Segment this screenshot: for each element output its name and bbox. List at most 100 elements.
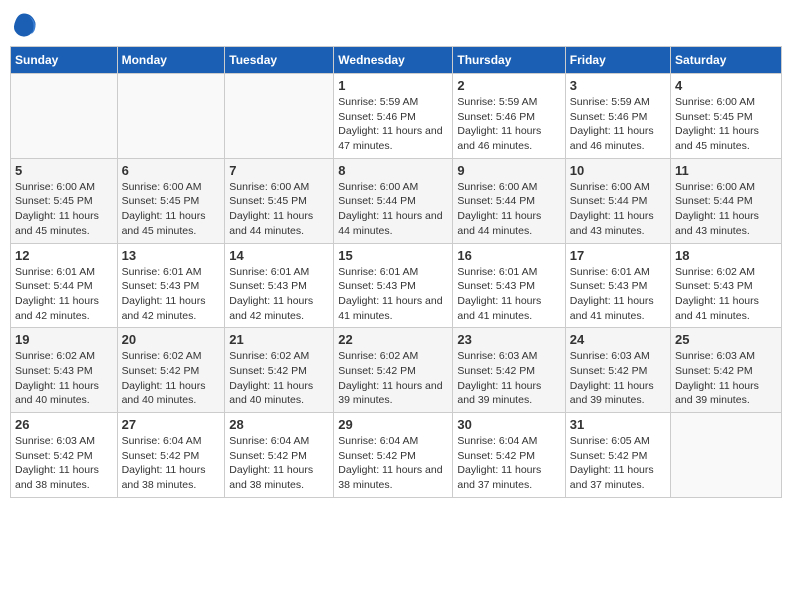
calendar-cell bbox=[671, 413, 782, 498]
day-number: 11 bbox=[675, 163, 777, 178]
calendar-week-row: 12Sunrise: 6:01 AM Sunset: 5:44 PM Dayli… bbox=[11, 243, 782, 328]
day-info: Sunrise: 6:01 AM Sunset: 5:43 PM Dayligh… bbox=[229, 265, 329, 324]
calendar-cell: 30 Sunrise: 6:04 AM Sunset: 5:42 PM Dayli… bbox=[453, 413, 565, 498]
day-number: 6 bbox=[122, 163, 221, 178]
day-number: 30 bbox=[457, 417, 560, 432]
day-info: Sunrise: 6:01 AM Sunset: 5:43 PM Dayligh… bbox=[122, 265, 221, 324]
day-number: 18 bbox=[675, 248, 777, 263]
header-tuesday: Tuesday bbox=[225, 47, 334, 74]
day-info: Sunrise: 6:03 AM Sunset: 5:42 PM Dayligh… bbox=[457, 349, 560, 408]
calendar-cell: 22 Sunrise: 6:02 AM Sunset: 5:42 PM Dayli… bbox=[334, 328, 453, 413]
day-number: 3 bbox=[570, 78, 666, 93]
day-number: 12 bbox=[15, 248, 113, 263]
day-number: 2 bbox=[457, 78, 560, 93]
logo bbox=[10, 10, 40, 38]
calendar-week-row: 1Sunrise: 5:59 AM Sunset: 5:46 PM Daylig… bbox=[11, 74, 782, 159]
day-number: 27 bbox=[122, 417, 221, 432]
calendar-cell: 6 Sunrise: 6:00 AM Sunset: 5:45 PM Daylig… bbox=[117, 158, 225, 243]
calendar-header-row: SundayMondayTuesdayWednesdayThursdayFrid… bbox=[11, 47, 782, 74]
day-number: 10 bbox=[570, 163, 666, 178]
day-number: 29 bbox=[338, 417, 448, 432]
day-number: 22 bbox=[338, 332, 448, 347]
calendar-week-row: 5Sunrise: 6:00 AM Sunset: 5:45 PM Daylig… bbox=[11, 158, 782, 243]
day-number: 14 bbox=[229, 248, 329, 263]
calendar-cell: 10Sunrise: 6:00 AM Sunset: 5:44 PM Dayli… bbox=[565, 158, 670, 243]
logo-icon bbox=[10, 10, 38, 38]
day-number: 9 bbox=[457, 163, 560, 178]
day-info: Sunrise: 6:00 AM Sunset: 5:44 PM Dayligh… bbox=[675, 180, 777, 239]
day-info: Sunrise: 6:04 AM Sunset: 5:42 PM Dayligh… bbox=[122, 434, 221, 493]
day-number: 21 bbox=[229, 332, 329, 347]
header-sunday: Sunday bbox=[11, 47, 118, 74]
day-number: 17 bbox=[570, 248, 666, 263]
calendar-cell bbox=[225, 74, 334, 159]
calendar-cell: 19 Sunrise: 6:02 AM Sunset: 5:43 PM Dayli… bbox=[11, 328, 118, 413]
header-thursday: Thursday bbox=[453, 47, 565, 74]
page-header bbox=[10, 10, 782, 38]
day-number: 4 bbox=[675, 78, 777, 93]
day-info: Sunrise: 6:03 AM Sunset: 5:42 PM Dayligh… bbox=[15, 434, 113, 493]
calendar-cell: 28 Sunrise: 6:04 AM Sunset: 5:42 PM Dayli… bbox=[225, 413, 334, 498]
day-number: 23 bbox=[457, 332, 560, 347]
day-number: 20 bbox=[122, 332, 221, 347]
day-info: Sunrise: 6:00 AM Sunset: 5:45 PM Dayligh… bbox=[675, 95, 777, 154]
day-info: Sunrise: 6:00 AM Sunset: 5:44 PM Dayligh… bbox=[457, 180, 560, 239]
day-info: Sunrise: 6:05 AM Sunset: 5:42 PM Dayligh… bbox=[570, 434, 666, 493]
calendar-cell: 13 Sunrise: 6:01 AM Sunset: 5:43 PM Dayli… bbox=[117, 243, 225, 328]
day-info: Sunrise: 6:02 AM Sunset: 5:42 PM Dayligh… bbox=[122, 349, 221, 408]
day-info: Sunrise: 6:04 AM Sunset: 5:42 PM Dayligh… bbox=[457, 434, 560, 493]
day-info: Sunrise: 6:00 AM Sunset: 5:45 PM Dayligh… bbox=[122, 180, 221, 239]
calendar-cell: 5Sunrise: 6:00 AM Sunset: 5:45 PM Daylig… bbox=[11, 158, 118, 243]
day-info: Sunrise: 5:59 AM Sunset: 5:46 PM Dayligh… bbox=[338, 95, 448, 154]
day-info: Sunrise: 6:04 AM Sunset: 5:42 PM Dayligh… bbox=[229, 434, 329, 493]
day-number: 7 bbox=[229, 163, 329, 178]
calendar-cell: 4 Sunrise: 6:00 AM Sunset: 5:45 PM Daylig… bbox=[671, 74, 782, 159]
day-number: 15 bbox=[338, 248, 448, 263]
day-number: 28 bbox=[229, 417, 329, 432]
day-info: Sunrise: 6:02 AM Sunset: 5:43 PM Dayligh… bbox=[15, 349, 113, 408]
calendar-cell: 2 Sunrise: 5:59 AM Sunset: 5:46 PM Daylig… bbox=[453, 74, 565, 159]
day-info: Sunrise: 5:59 AM Sunset: 5:46 PM Dayligh… bbox=[457, 95, 560, 154]
day-info: Sunrise: 6:00 AM Sunset: 5:45 PM Dayligh… bbox=[15, 180, 113, 239]
calendar-cell: 27 Sunrise: 6:04 AM Sunset: 5:42 PM Dayli… bbox=[117, 413, 225, 498]
calendar-cell: 7 Sunrise: 6:00 AM Sunset: 5:45 PM Daylig… bbox=[225, 158, 334, 243]
day-info: Sunrise: 6:01 AM Sunset: 5:43 PM Dayligh… bbox=[570, 265, 666, 324]
day-info: Sunrise: 6:00 AM Sunset: 5:44 PM Dayligh… bbox=[338, 180, 448, 239]
day-info: Sunrise: 5:59 AM Sunset: 5:46 PM Dayligh… bbox=[570, 95, 666, 154]
calendar-cell: 1Sunrise: 5:59 AM Sunset: 5:46 PM Daylig… bbox=[334, 74, 453, 159]
day-info: Sunrise: 6:02 AM Sunset: 5:42 PM Dayligh… bbox=[229, 349, 329, 408]
day-info: Sunrise: 6:00 AM Sunset: 5:45 PM Dayligh… bbox=[229, 180, 329, 239]
calendar-cell: 18Sunrise: 6:02 AM Sunset: 5:43 PM Dayli… bbox=[671, 243, 782, 328]
calendar-cell: 23 Sunrise: 6:03 AM Sunset: 5:42 PM Dayli… bbox=[453, 328, 565, 413]
calendar-cell: 20 Sunrise: 6:02 AM Sunset: 5:42 PM Dayli… bbox=[117, 328, 225, 413]
calendar-cell: 15 Sunrise: 6:01 AM Sunset: 5:43 PM Dayli… bbox=[334, 243, 453, 328]
header-saturday: Saturday bbox=[671, 47, 782, 74]
calendar-cell: 11 Sunrise: 6:00 AM Sunset: 5:44 PM Dayli… bbox=[671, 158, 782, 243]
header-monday: Monday bbox=[117, 47, 225, 74]
calendar-cell: 25Sunrise: 6:03 AM Sunset: 5:42 PM Dayli… bbox=[671, 328, 782, 413]
calendar-week-row: 19 Sunrise: 6:02 AM Sunset: 5:43 PM Dayli… bbox=[11, 328, 782, 413]
day-number: 24 bbox=[570, 332, 666, 347]
calendar-cell: 24 Sunrise: 6:03 AM Sunset: 5:42 PM Dayli… bbox=[565, 328, 670, 413]
day-info: Sunrise: 6:03 AM Sunset: 5:42 PM Dayligh… bbox=[570, 349, 666, 408]
day-number: 8 bbox=[338, 163, 448, 178]
calendar-cell: 26 Sunrise: 6:03 AM Sunset: 5:42 PM Dayli… bbox=[11, 413, 118, 498]
calendar-cell: 14 Sunrise: 6:01 AM Sunset: 5:43 PM Dayli… bbox=[225, 243, 334, 328]
day-info: Sunrise: 6:01 AM Sunset: 5:43 PM Dayligh… bbox=[338, 265, 448, 324]
calendar-table: SundayMondayTuesdayWednesdayThursdayFrid… bbox=[10, 46, 782, 498]
day-number: 16 bbox=[457, 248, 560, 263]
calendar-cell: 3 Sunrise: 5:59 AM Sunset: 5:46 PM Daylig… bbox=[565, 74, 670, 159]
day-number: 19 bbox=[15, 332, 113, 347]
day-info: Sunrise: 6:02 AM Sunset: 5:42 PM Dayligh… bbox=[338, 349, 448, 408]
calendar-cell: 29 Sunrise: 6:04 AM Sunset: 5:42 PM Dayli… bbox=[334, 413, 453, 498]
calendar-cell: 12Sunrise: 6:01 AM Sunset: 5:44 PM Dayli… bbox=[11, 243, 118, 328]
day-number: 26 bbox=[15, 417, 113, 432]
calendar-cell: 16 Sunrise: 6:01 AM Sunset: 5:43 PM Dayli… bbox=[453, 243, 565, 328]
calendar-week-row: 26 Sunrise: 6:03 AM Sunset: 5:42 PM Dayli… bbox=[11, 413, 782, 498]
day-info: Sunrise: 6:01 AM Sunset: 5:43 PM Dayligh… bbox=[457, 265, 560, 324]
header-wednesday: Wednesday bbox=[334, 47, 453, 74]
day-info: Sunrise: 6:04 AM Sunset: 5:42 PM Dayligh… bbox=[338, 434, 448, 493]
day-number: 13 bbox=[122, 248, 221, 263]
calendar-cell: 21 Sunrise: 6:02 AM Sunset: 5:42 PM Dayli… bbox=[225, 328, 334, 413]
calendar-cell: 9 Sunrise: 6:00 AM Sunset: 5:44 PM Daylig… bbox=[453, 158, 565, 243]
